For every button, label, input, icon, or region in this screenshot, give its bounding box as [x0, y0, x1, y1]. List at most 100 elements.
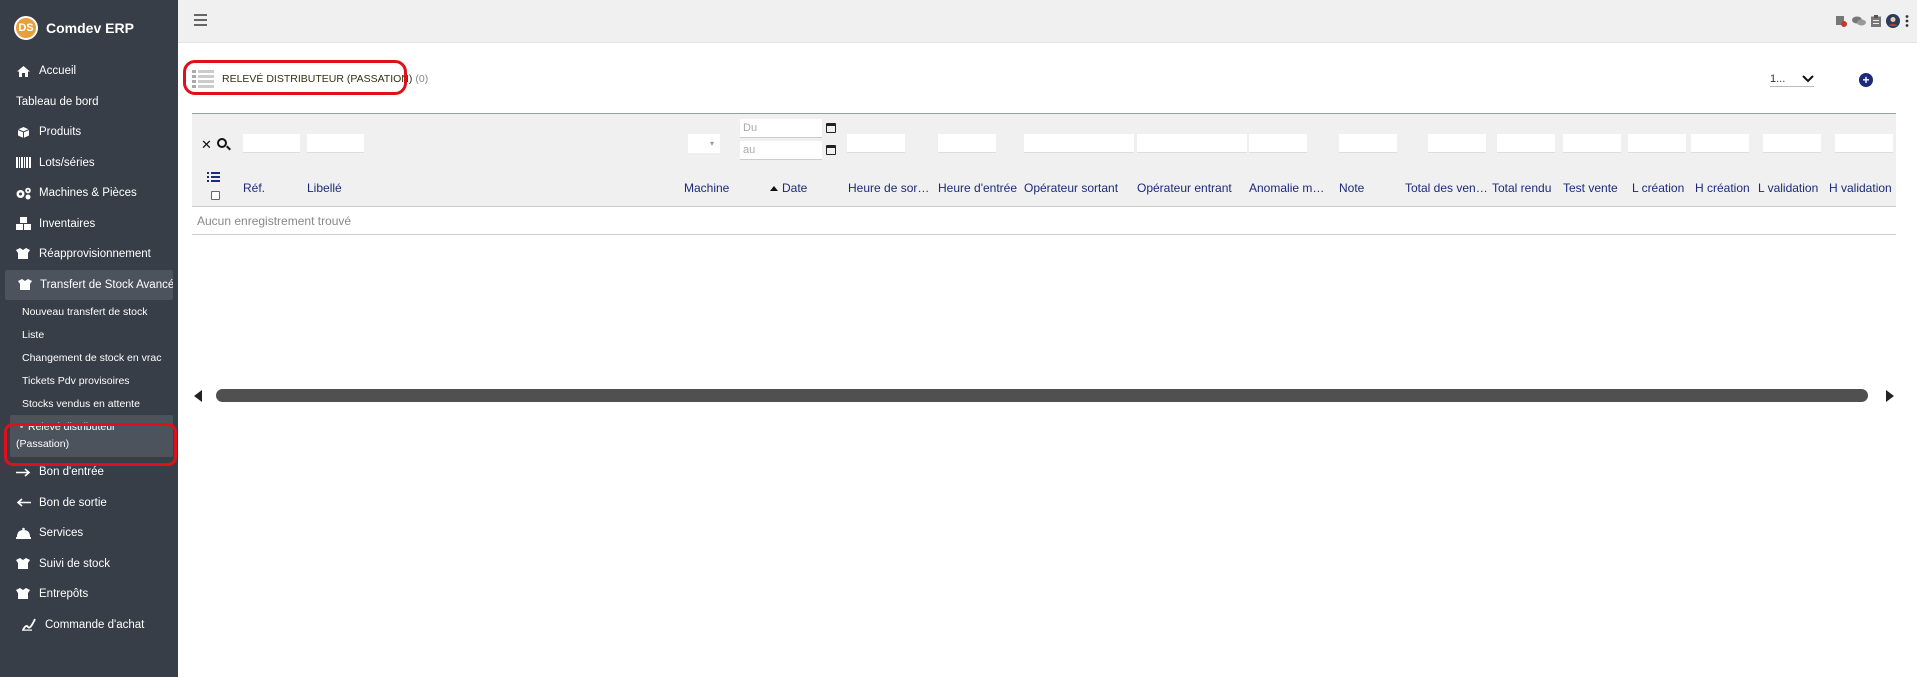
sidebar-item-inventaires[interactable]: Inventaires	[0, 209, 178, 240]
filter-date-to[interactable]: au	[740, 141, 822, 160]
sidebar-item-accueil[interactable]: Accueil	[0, 56, 178, 87]
column-header-heure-sortie[interactable]: Heure de sortie	[848, 181, 930, 195]
column-header-operateur-sortant[interactable]: Opérateur sortant	[1024, 181, 1134, 195]
sidebar-item-label: Services	[39, 527, 84, 540]
filter-h-creation-input[interactable]	[1691, 134, 1749, 153]
filter-date-from[interactable]: Du	[740, 119, 822, 138]
page-size-select[interactable]: 1...	[1770, 71, 1814, 87]
home-icon	[14, 64, 32, 78]
sidebar-item-label: Machines & Pièces	[39, 187, 137, 200]
filter-total-ventes-input[interactable]	[1428, 134, 1486, 153]
sidebar-item-bon-sortie[interactable]: Bon de sortie	[0, 488, 178, 519]
messages-icon[interactable]	[1852, 15, 1866, 27]
column-header-h-creation[interactable]: H création	[1695, 181, 1759, 195]
sidebar-subitem-liste[interactable]: Liste	[0, 323, 178, 346]
sidebar-item-entrepots[interactable]: Entrepôts	[0, 579, 178, 610]
column-header-ref[interactable]: Réf.	[243, 181, 298, 195]
sidebar-item-label: Accueil	[39, 65, 77, 78]
filter-h-validation-input[interactable]	[1835, 134, 1893, 153]
filter-heure-entree-input[interactable]	[938, 134, 996, 153]
column-header-date[interactable]: Date	[770, 181, 830, 195]
brand-logo: DS	[14, 16, 38, 40]
box-open-icon	[14, 247, 32, 261]
sidebar-item-label: Bon de sortie	[39, 496, 107, 509]
column-header-total-ventes[interactable]: Total des ventes	[1405, 181, 1488, 195]
filter-operateur-sortant-input[interactable]	[1024, 134, 1134, 153]
select-all-checkbox[interactable]	[211, 191, 220, 200]
sidebar-item-produits[interactable]: Produits	[0, 117, 178, 148]
arrow-right-icon	[14, 465, 32, 479]
column-header-test-vente[interactable]: Test vente	[1563, 181, 1627, 195]
filter-l-creation-input[interactable]	[1628, 134, 1686, 153]
column-header-l-validation[interactable]: L validation	[1758, 181, 1828, 195]
filter-row: ✕ ▾ Du au	[192, 113, 1896, 167]
filter-ref-input[interactable]	[243, 134, 300, 153]
column-header-total-rendu[interactable]: Total rendu	[1492, 181, 1562, 195]
brand[interactable]: DS Comdev ERP	[0, 0, 178, 56]
sidebar-item-lots-series[interactable]: Lots/séries	[0, 148, 178, 179]
column-selector-icon[interactable]	[207, 172, 220, 184]
bell-icon	[14, 526, 32, 540]
sidebar-nav-bottom: Bon d'entrée Bon de sortie Services Suiv…	[0, 457, 178, 640]
user-avatar-icon[interactable]	[1886, 14, 1900, 28]
filter-libelle-input[interactable]	[307, 134, 364, 153]
table-header: Réf. Libellé Machine Date Heure de sorti…	[192, 167, 1896, 207]
sidebar-item-services[interactable]: Services	[0, 518, 178, 549]
column-header-h-validation[interactable]: H validation	[1829, 181, 1899, 195]
sidebar-item-label: Suivi de stock	[39, 557, 110, 570]
main-content: Relevé distributeur (Passation) (0) 1...…	[178, 43, 1917, 677]
sidebar-subitem-tickets-pdv[interactable]: Tickets Pdv provisoires	[0, 369, 178, 392]
column-header-operateur-entrant[interactable]: Opérateur entrant	[1137, 181, 1247, 195]
column-header-libelle[interactable]: Libellé	[307, 181, 377, 195]
add-record-button[interactable]: +	[1859, 73, 1873, 87]
filter-anomalie-input[interactable]	[1249, 134, 1307, 153]
sidebar-submenu: Nouveau transfert de stock Liste Changem…	[0, 300, 178, 457]
sidebar-subitem-releve-distributeur[interactable]: Relevé distributeur (Passation)	[10, 415, 173, 457]
filter-test-vente-input[interactable]	[1563, 134, 1621, 153]
column-header-heure-entree[interactable]: Heure d'entrée	[938, 181, 1020, 195]
sidebar-item-label: Tableau de bord	[16, 95, 99, 108]
sidebar-item-bon-entree[interactable]: Bon d'entrée	[0, 457, 178, 488]
calendar-icon[interactable]	[826, 145, 836, 155]
sidebar-item-tableau-de-bord[interactable]: Tableau de bord	[0, 87, 178, 118]
sidebar-item-commande-achat[interactable]: Commande d'achat	[0, 610, 178, 641]
column-header-note[interactable]: Note	[1339, 181, 1399, 195]
menu-toggle-icon[interactable]	[194, 14, 207, 29]
scroll-right-arrow-icon[interactable]	[1886, 390, 1894, 402]
sidebar-subitem-stocks-vendus[interactable]: Stocks vendus en attente	[0, 392, 178, 415]
more-vertical-icon[interactable]	[1905, 15, 1909, 27]
filter-machine-select[interactable]: ▾	[688, 134, 720, 153]
column-header-machine[interactable]: Machine	[684, 181, 744, 195]
sidebar-item-machines-pieces[interactable]: Machines & Pièces	[0, 178, 178, 209]
brand-name: Comdev ERP	[46, 20, 134, 36]
sidebar-item-label: Bon d'entrée	[39, 466, 104, 479]
scrollbar-thumb[interactable]	[216, 389, 1868, 402]
filter-total-rendu-input[interactable]	[1497, 134, 1555, 153]
box-open-icon	[14, 557, 32, 571]
sidebar-subitem-nouveau-transfert[interactable]: Nouveau transfert de stock	[0, 300, 178, 323]
scroll-left-arrow-icon[interactable]	[194, 390, 202, 402]
clear-filters-icon[interactable]: ✕	[201, 137, 212, 153]
sidebar-subitem-changement-stock-vrac[interactable]: Changement de stock en vrac	[0, 346, 178, 369]
horizontal-scrollbar[interactable]	[194, 388, 1894, 402]
column-header-anomalie[interactable]: Anomalie machine	[1249, 181, 1329, 195]
bullet-icon	[20, 425, 23, 428]
page-header: Relevé distributeur (Passation) (0)	[192, 68, 428, 89]
filter-heure-sortie-input[interactable]	[847, 134, 905, 153]
calendar-icon[interactable]	[826, 123, 836, 133]
sidebar-item-suivi-de-stock[interactable]: Suivi de stock	[0, 549, 178, 580]
sidebar-item-reapprovisionnement[interactable]: Réapprovisionnement	[0, 239, 178, 270]
filter-operateur-entrant-input[interactable]	[1137, 134, 1247, 153]
topbar-icons	[1835, 14, 1909, 28]
cube-icon	[14, 125, 32, 139]
sidebar-item-label: Inventaires	[39, 217, 96, 230]
filter-l-validation-input[interactable]	[1763, 134, 1821, 153]
agenda-icon[interactable]	[1835, 15, 1847, 27]
column-header-l-creation[interactable]: L création	[1632, 181, 1694, 195]
sidebar-item-transfert-de-stock-avance[interactable]: Transfert de Stock Avancé	[5, 269, 173, 300]
clipboard-icon[interactable]	[1871, 15, 1881, 27]
filter-note-input[interactable]	[1339, 134, 1397, 153]
sidebar-item-label: Entrepôts	[39, 588, 89, 601]
search-icon[interactable]	[217, 138, 227, 148]
boxes-icon	[14, 217, 32, 231]
